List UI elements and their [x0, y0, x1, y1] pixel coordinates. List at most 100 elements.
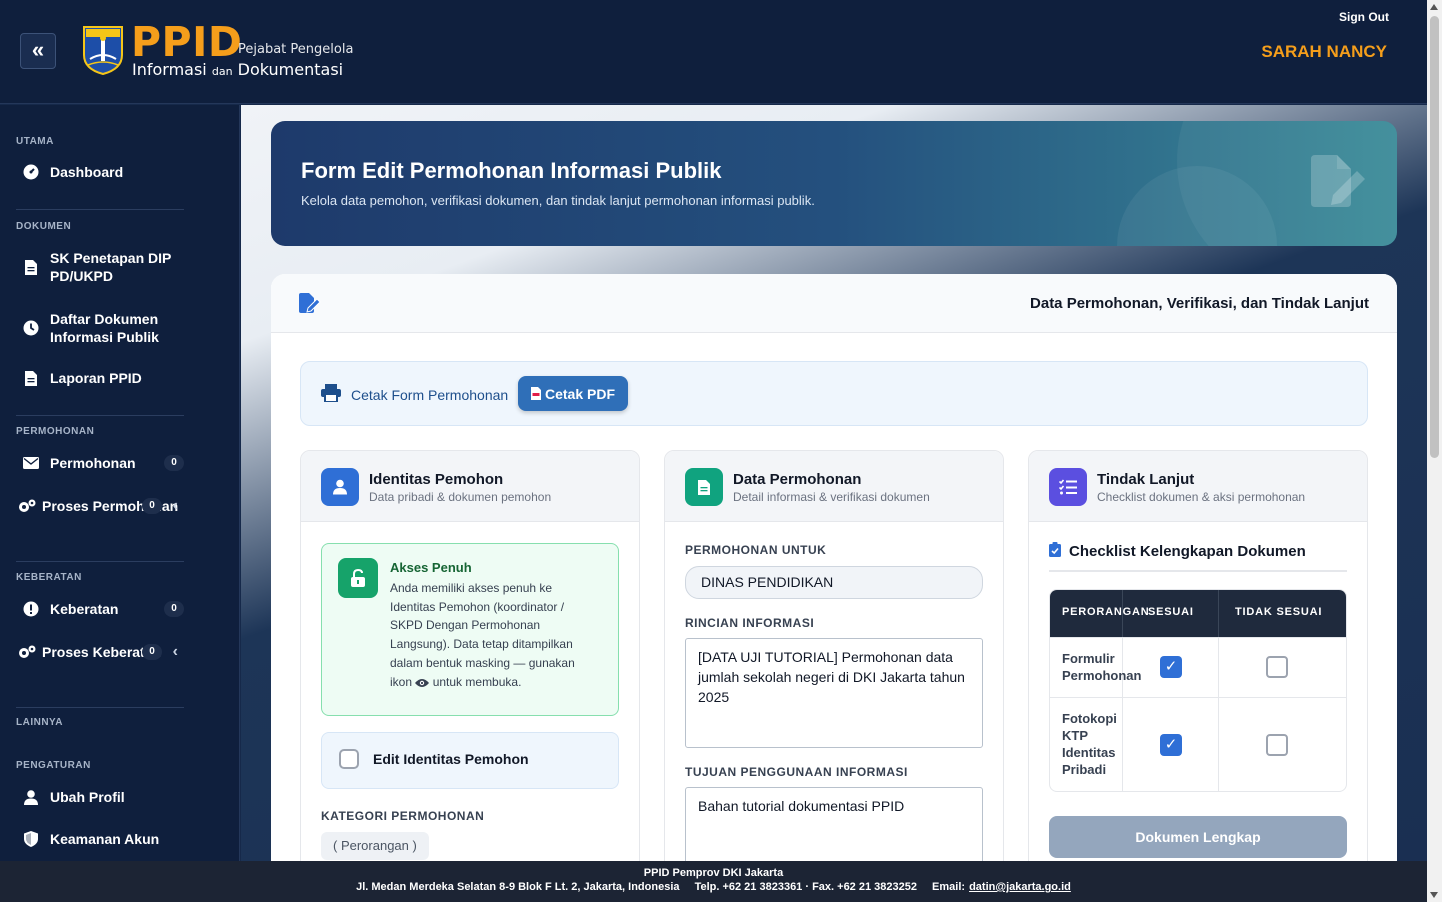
- keberatan-count-badge: 0: [164, 601, 184, 617]
- logo-ppid-text: PPID: [131, 18, 243, 66]
- tujuan-penggunaan-textarea[interactable]: Bahan tutorial dokumentasi PPID: [685, 787, 983, 861]
- tujuan-penggunaan-label: TUJUAN PENGGUNAAN INFORMASI: [685, 765, 908, 779]
- kategori-label: KATEGORI PERMOHONAN: [321, 809, 485, 823]
- tidak-sesuai-checkbox[interactable]: [1266, 734, 1288, 756]
- page-title: Form Edit Permohonan Informasi Publik: [301, 158, 722, 183]
- scroll-up-arrow-icon[interactable]: [1430, 4, 1438, 10]
- clipboard-check-icon: [1049, 542, 1061, 561]
- sesuai-checkbox[interactable]: ✓: [1160, 734, 1182, 756]
- sidebar-item-laporan[interactable]: Laporan PPID: [14, 369, 184, 387]
- data-permohonan-panel: Data Permohonan Detail informasi & verif…: [664, 450, 1004, 861]
- section-title-dokumen: DOKUMEN: [16, 221, 72, 232]
- section-title-lainnya: LAINNYA: [16, 717, 64, 728]
- sidebar-item-daftar-dokumen[interactable]: Daftar Dokumen Informasi Publik: [14, 310, 184, 346]
- section-title-permohonan: PERMOHONAN: [16, 426, 95, 437]
- scrollbar-thumb[interactable]: [1430, 16, 1439, 458]
- panel-title: Tindak Lanjut: [1097, 471, 1195, 488]
- sidebar-item-ubah-profil[interactable]: Ubah Profil: [14, 788, 184, 806]
- divider: [16, 415, 184, 416]
- chevron-left-icon[interactable]: ‹: [173, 497, 178, 515]
- gears-icon: [14, 644, 40, 660]
- file-edit-icon: [299, 293, 321, 313]
- print-form-button[interactable]: Cetak Form Permohonan: [321, 384, 508, 405]
- proses-permohonan-count-badge: 0: [142, 498, 162, 514]
- divider: [16, 561, 184, 562]
- panel-subtitle: Checklist dokumen & aksi permohonan: [1097, 490, 1306, 504]
- footer-title: PPID Pemprov DKI Jakarta: [643, 867, 784, 879]
- footer-email-link[interactable]: datin@jakarta.go.id: [969, 881, 1071, 893]
- tidak-sesuai-checkbox[interactable]: [1266, 656, 1288, 678]
- table-header: PERORANGAN SESUAI TIDAK SESUAI: [1050, 590, 1346, 637]
- sign-out-link[interactable]: Sign Out: [1339, 10, 1389, 24]
- divider: [16, 209, 184, 210]
- print-pdf-button[interactable]: Cetak PDF: [518, 376, 628, 411]
- card-header: Data Permohonan, Verifikasi, dan Tindak …: [271, 274, 1397, 333]
- kategori-value: ( Perorangan ): [321, 832, 429, 860]
- shield-icon: [18, 831, 44, 847]
- clock-icon: [18, 320, 44, 336]
- sesuai-checkbox[interactable]: ✓: [1160, 656, 1182, 678]
- column-header-sesuai: SESUAI: [1148, 606, 1194, 618]
- page-subtitle: Kelola data pemohon, verifikasi dokumen,…: [301, 193, 815, 208]
- collapse-sidebar-button[interactable]: «: [20, 33, 56, 69]
- list-check-icon: [1049, 468, 1087, 506]
- scroll-down-arrow-icon[interactable]: [1430, 892, 1438, 898]
- identitas-pemohon-panel: Identitas Pemohon Data pribadi & dokumen…: [300, 450, 640, 861]
- vertical-scrollbar[interactable]: [1427, 0, 1442, 902]
- sidebar-item-sk-penetapan[interactable]: SK Penetapan DIP PD/UKPD: [14, 249, 184, 285]
- gears-icon: [14, 498, 40, 514]
- row-label: Formulir Permohonan: [1062, 651, 1142, 683]
- section-title-pengaturan: PENGATURAN: [16, 760, 91, 771]
- dokumen-lengkap-button[interactable]: Dokumen Lengkap: [1049, 816, 1347, 858]
- sidebar-item-keamanan-akun[interactable]: Keamanan Akun: [14, 830, 184, 848]
- panel-subtitle: Data pribadi & dokumen pemohon: [369, 490, 552, 504]
- card-title: Data Permohonan, Verifikasi, dan Tindak …: [1030, 295, 1369, 312]
- table-row: Fotokopi KTP Identitas Pribadi ✓: [1050, 697, 1346, 791]
- print-toolbar: Cetak Form Permohonan Cetak PDF: [300, 361, 1368, 426]
- form-card: Data Permohonan, Verifikasi, dan Tindak …: [271, 274, 1397, 861]
- checklist-table: PERORANGAN SESUAI TIDAK SESUAI Formulir …: [1049, 589, 1347, 792]
- proses-keberatan-count-badge: 0: [142, 644, 162, 660]
- user-name[interactable]: SARAH NANCY: [1261, 42, 1387, 62]
- footer: PPID Pemprov DKI Jakarta Jl. Medan Merde…: [0, 861, 1427, 902]
- chevron-left-icon[interactable]: ‹: [173, 643, 178, 661]
- user-icon: [321, 468, 359, 506]
- section-title-keberatan: KEBERATAN: [16, 572, 82, 583]
- file-text-icon: [685, 468, 723, 506]
- panel-subtitle: Detail informasi & verifikasi dokumen: [733, 490, 930, 504]
- user-icon: [18, 789, 44, 805]
- edit-identitas-checkbox[interactable]: [339, 749, 359, 769]
- eye-icon: [415, 675, 430, 694]
- logo-subtitle-1: Pejabat Pengelola: [238, 42, 354, 57]
- section-title-utama: UTAMA: [16, 136, 54, 147]
- panel-title: Identitas Pemohon: [369, 471, 504, 488]
- sidebar-item-proses-permohonan[interactable]: Proses Permohonan 0 ‹: [14, 497, 184, 515]
- rincian-informasi-textarea[interactable]: [DATA UJI TUTORIAL] Permohonan data juml…: [685, 638, 983, 748]
- main-content: Form Edit Permohonan Informasi Publik Ke…: [241, 105, 1427, 861]
- sidebar-item-permohonan[interactable]: Permohonan 0: [14, 454, 184, 472]
- permohonan-untuk-label: PERMOHONAN UNTUK: [685, 543, 827, 557]
- exclamation-circle-icon: [18, 601, 44, 617]
- permohonan-count-badge: 0: [164, 455, 184, 471]
- access-title: Akses Penuh: [390, 560, 472, 575]
- divider: [16, 707, 184, 708]
- logo-subtitle-2: Informasi dan Dokumentasi: [132, 60, 344, 79]
- printer-icon: [321, 384, 341, 405]
- access-notice: Akses Penuh Anda memiliki akses penuh ke…: [321, 543, 619, 716]
- sidebar-item-dashboard[interactable]: Dashboard: [14, 163, 184, 181]
- divider: [1049, 570, 1347, 572]
- table-row: Formulir Permohonan ✓: [1050, 637, 1346, 697]
- footer-phone: Telp. +62 21 3823361 · Fax. +62 21 38232…: [694, 881, 917, 893]
- row-label: Fotokopi KTP Identitas Pribadi: [1062, 711, 1117, 777]
- file-icon: [18, 259, 44, 275]
- sidebar-item-keberatan[interactable]: Keberatan 0: [14, 600, 184, 618]
- jakarta-emblem-icon: [83, 26, 123, 75]
- edit-identitas-toggle[interactable]: Edit Identitas Pemohon: [321, 732, 619, 789]
- hero-banner: Form Edit Permohonan Informasi Publik Ke…: [271, 121, 1397, 246]
- file-icon: [18, 370, 44, 386]
- footer-address: Jl. Medan Merdeka Selatan 8-9 Blok F Lt.…: [356, 881, 680, 893]
- permohonan-untuk-field[interactable]: DINAS PENDIDIKAN: [685, 566, 983, 599]
- sidebar-item-proses-keberatan[interactable]: Proses Keberatan 0 ‹: [14, 643, 184, 661]
- edit-identitas-label: Edit Identitas Pemohon: [373, 751, 529, 767]
- dashboard-gauge-icon: [18, 164, 44, 180]
